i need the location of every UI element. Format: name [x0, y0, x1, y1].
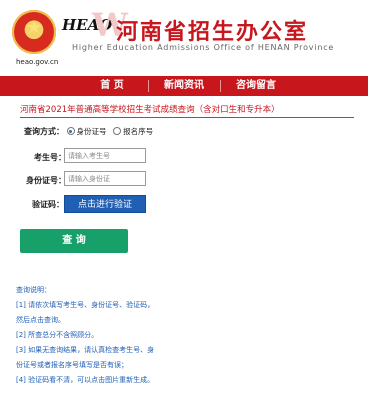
- captcha-label: 验证码：: [32, 200, 64, 209]
- query-notes: 查询说明： [1] 请依次填写考生号、身份证号、验证码， 然后点击查询。 [2]…: [16, 284, 356, 386]
- note-line: [4] 验证码看不清，可以点击图片重新生成。: [16, 376, 155, 384]
- note-line: 然后点击查询。: [16, 316, 65, 324]
- radio-id-number[interactable]: [66, 127, 75, 135]
- notes-heading: 查询说明：: [16, 286, 51, 294]
- query-mode-label: 查询方式：: [24, 127, 64, 136]
- captcha-row: 验证码：: [32, 199, 64, 210]
- note-line: [1] 请依次填写考生号、身份证号、验证码，: [16, 301, 155, 309]
- radio-id-number-label[interactable]: 身份证号: [77, 126, 107, 137]
- query-submit-button[interactable]: 查 询: [20, 229, 128, 253]
- captcha-verify-button[interactable]: 点击进行验证: [64, 195, 146, 213]
- main-nav: 首 页 新闻资讯 咨询留言: [0, 76, 368, 96]
- radio-registration-number[interactable]: [113, 127, 122, 135]
- exam-no-input[interactable]: [64, 148, 146, 163]
- heao-logo: W HEAO: [62, 6, 128, 44]
- site-url: heao.gov.cn: [16, 58, 59, 66]
- note-line: 份证号或者报名序号填写是否有误；: [16, 361, 128, 369]
- nav-home[interactable]: 首 页: [76, 76, 148, 96]
- id-label: 身份证号：: [26, 176, 66, 185]
- radio-registration-number-label[interactable]: 报名序号: [123, 126, 153, 137]
- id-number-input[interactable]: [64, 171, 146, 186]
- site-subtitle: Higher Education Admissions Office of HE…: [72, 43, 335, 52]
- query-mode-row: 查询方式： 身份证号 报名序号: [24, 126, 157, 137]
- nav-news[interactable]: 新闻资讯: [148, 76, 220, 96]
- exam-no-row: 考生号：: [34, 152, 66, 163]
- exam-no-label: 考生号：: [34, 153, 66, 162]
- site-title: 河南省招生办公室: [116, 20, 309, 45]
- id-row: 身份证号：: [26, 175, 66, 186]
- national-emblem-icon: [12, 10, 56, 54]
- nav-consult[interactable]: 咨询留言: [220, 76, 292, 96]
- note-line: [2] 所查总分不含照顾分。: [16, 331, 99, 339]
- query-title: 河南省2021年普通高等学校招生考试成绩查询（含对口生和专升本）: [20, 104, 354, 118]
- site-header: W HEAO 河南省招生办公室 Higher Education Admissi…: [0, 0, 368, 72]
- note-line: [3] 如果无查询结果，请认真检查考生号、身: [16, 346, 155, 354]
